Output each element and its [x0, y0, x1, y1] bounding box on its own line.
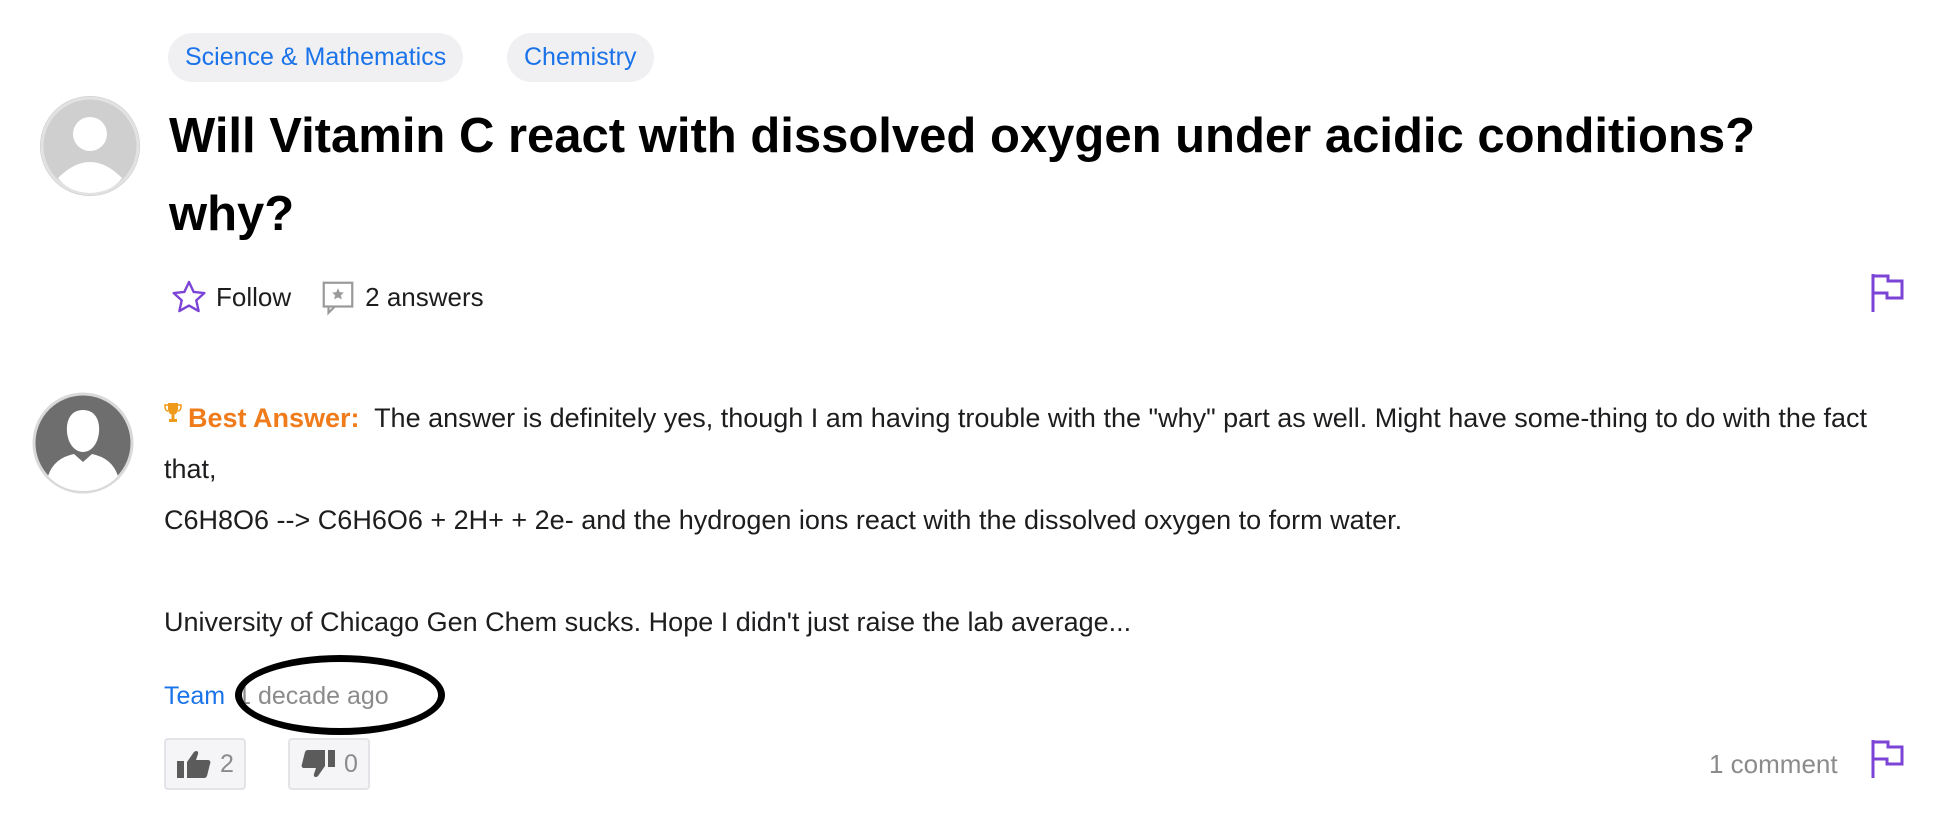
star-icon	[172, 280, 206, 313]
best-answer-body: Best Answer: The answer is definitely ye…	[164, 393, 1904, 648]
best-answer-paragraph-1: Best Answer: The answer is definitely ye…	[164, 393, 1904, 495]
answers-count-label: 2 answers	[365, 281, 484, 312]
best-answer-label: Best Answer:	[188, 403, 360, 433]
follow-button[interactable]: Follow	[170, 278, 291, 316]
asker-avatar[interactable]	[40, 96, 140, 196]
answers-icon	[322, 281, 354, 316]
flag-icon	[1871, 740, 1904, 778]
upvote-button[interactable]: 2	[164, 738, 246, 790]
category-chemistry[interactable]: Chemistry	[507, 33, 654, 82]
downvote-count: 0	[344, 749, 358, 778]
thumbs-up-icon	[177, 750, 211, 778]
answerer-avatar[interactable]	[32, 392, 134, 494]
thumbs-down-icon	[301, 750, 336, 778]
report-answer-button[interactable]	[1870, 738, 1906, 785]
report-question-button[interactable]	[1870, 272, 1906, 319]
user-avatar-icon	[32, 392, 134, 494]
downvote-button[interactable]: 0	[288, 738, 370, 790]
answer-author-link[interactable]: Team	[164, 682, 225, 710]
follow-label: Follow	[216, 281, 292, 312]
comments-link[interactable]: 1 comment	[1709, 744, 1838, 784]
answers-count[interactable]: 2 answers	[319, 278, 484, 316]
upvote-count: 2	[220, 749, 234, 778]
user-avatar-icon	[40, 96, 140, 196]
highlight-circle-annotation	[235, 655, 445, 735]
question-title: Will Vitamin C react with dissolved oxyg…	[169, 109, 1756, 241]
best-answer-paragraph-3: University of Chicago Gen Chem sucks. Ho…	[164, 607, 1132, 637]
trophy-icon	[164, 403, 182, 422]
best-answer-paragraph-2: C6H8O6 --> C6H6O6 + 2H+ + 2e- and the hy…	[164, 505, 1403, 535]
question-meta: Follow 2 answers	[170, 272, 512, 322]
category-science-mathematics[interactable]: Science & Mathematics	[168, 33, 464, 82]
best-answer-line-1: The answer is definitely yes, though I a…	[164, 403, 1867, 484]
flag-icon	[1871, 274, 1904, 312]
